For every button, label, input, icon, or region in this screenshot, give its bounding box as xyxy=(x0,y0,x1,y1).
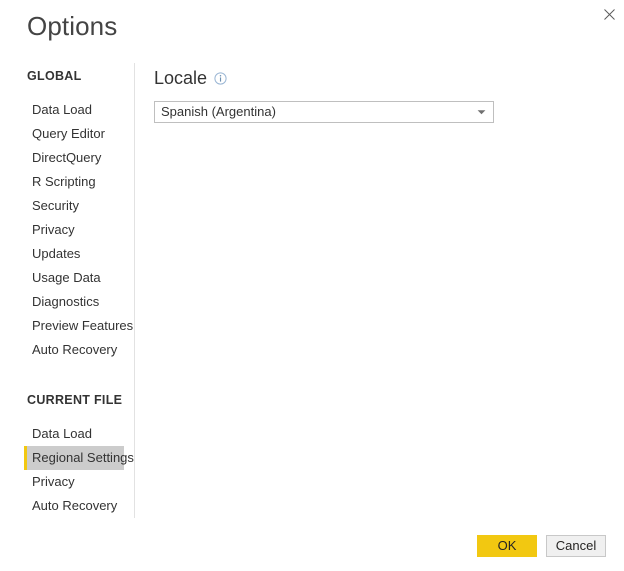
sidebar-item-current-privacy[interactable]: Privacy xyxy=(0,470,134,494)
sidebar-item-preview-features[interactable]: Preview Features xyxy=(0,314,134,338)
info-icon[interactable] xyxy=(214,71,227,85)
sidebar-section-gap xyxy=(0,362,134,392)
sidebar-item-usage-data[interactable]: Usage Data xyxy=(0,266,134,290)
sidebar-divider xyxy=(134,63,135,518)
sidebar-item-current-data-load[interactable]: Data Load xyxy=(0,422,134,446)
locale-dropdown-value: Spanish (Argentina) xyxy=(161,104,276,119)
sidebar-heading-global: GLOBAL xyxy=(27,69,82,83)
sidebar-item-updates[interactable]: Updates xyxy=(0,242,134,266)
cancel-button[interactable]: Cancel xyxy=(546,535,606,557)
sidebar-item-diagnostics[interactable]: Diagnostics xyxy=(0,290,134,314)
sidebar-item-regional-settings[interactable]: Regional Settings xyxy=(24,446,134,470)
sidebar-section-global: GLOBAL Data Load Query Editor DirectQuer… xyxy=(0,68,134,362)
sidebar-item-data-load[interactable]: Data Load xyxy=(0,98,134,122)
locale-dropdown[interactable]: Spanish (Argentina) xyxy=(154,101,494,123)
sidebar-item-current-auto-recovery[interactable]: Auto Recovery xyxy=(0,494,134,518)
dialog-footer: OK Cancel xyxy=(477,535,606,557)
close-button[interactable] xyxy=(594,0,624,28)
sidebar-items-global: Data Load Query Editor DirectQuery R Scr… xyxy=(0,98,134,362)
sidebar-item-security[interactable]: Security xyxy=(0,194,134,218)
ok-button[interactable]: OK xyxy=(477,535,537,557)
options-content-pane: Locale Spanish (Argentina) xyxy=(154,66,624,123)
chevron-down-icon xyxy=(477,109,486,115)
locale-label-row: Locale xyxy=(154,66,624,90)
sidebar-item-auto-recovery[interactable]: Auto Recovery xyxy=(0,338,134,362)
locale-label: Locale xyxy=(154,67,208,88)
sidebar-items-current-file: Data Load Regional Settings Privacy Auto… xyxy=(0,422,134,518)
options-sidebar: GLOBAL Data Load Query Editor DirectQuer… xyxy=(0,68,134,518)
sidebar-item-query-editor[interactable]: Query Editor xyxy=(0,122,134,146)
sidebar-item-directquery[interactable]: DirectQuery xyxy=(0,146,134,170)
sidebar-item-r-scripting[interactable]: R Scripting xyxy=(0,170,134,194)
close-icon xyxy=(603,8,615,20)
sidebar-section-current-file: CURRENT FILE Data Load Regional Settings… xyxy=(0,392,134,518)
sidebar-heading-current-file: CURRENT FILE xyxy=(27,393,123,407)
page-title: Options xyxy=(27,11,118,41)
sidebar-item-privacy[interactable]: Privacy xyxy=(0,218,134,242)
